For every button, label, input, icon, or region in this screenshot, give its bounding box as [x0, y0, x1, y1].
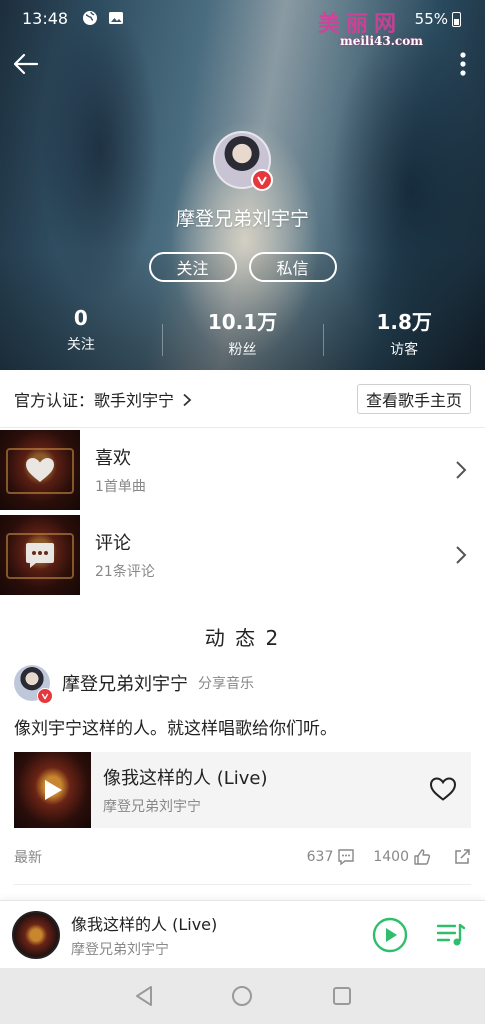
back-arrow-icon[interactable] [10, 48, 42, 80]
nav-home-icon[interactable] [230, 984, 254, 1008]
comment-icon [24, 541, 56, 569]
play-button-icon[interactable] [372, 917, 408, 953]
now-playing-title: 像我这样的人 (Live) [71, 914, 218, 934]
follow-button[interactable]: 关注 [148, 252, 237, 282]
certification-row[interactable]: 官方认证：歌手刘宇宁 查看歌手主页 [0, 370, 485, 428]
verified-badge-icon [251, 169, 273, 191]
post-meta: 最新 637 1400 [14, 846, 471, 868]
profile-stats: 0 关注 10.1万 粉丝 1.8万 访客 [0, 306, 485, 359]
certification-text: 官方认证：歌手刘宇宁 [14, 390, 175, 410]
likes-row[interactable]: 喜欢 1首单曲 [0, 429, 485, 511]
playlist-icon[interactable] [436, 921, 466, 949]
like-count[interactable]: 1400 [373, 848, 431, 866]
stat-label: 粉丝 [228, 342, 257, 358]
post-action: 分享音乐 [198, 676, 254, 692]
profile-page: 13:48 55% 美丽网 meili43.com 摩登兄弟刘宇宁 关注 私信 … [0, 0, 485, 1024]
stat-value: 1.8万 [376, 310, 432, 334]
stat-label: 访客 [390, 342, 419, 358]
comments-title: 评论 [95, 533, 131, 554]
mini-player[interactable]: 像我这样的人 (Live) 摩登兄弟刘宇宁 [0, 900, 485, 968]
stat-label: 关注 [66, 337, 95, 353]
globe-icon [82, 10, 98, 26]
likes-subtitle: 1首单曲 [95, 479, 146, 495]
system-nav-bar [0, 968, 485, 1024]
song-artist: 摩登兄弟刘宇宁 [103, 799, 201, 815]
stat-value: 0 [73, 306, 88, 330]
chevron-right-icon [455, 460, 467, 480]
more-vertical-icon[interactable] [455, 50, 471, 78]
stat-following[interactable]: 0 关注 [0, 306, 162, 359]
likes-cover [0, 430, 80, 510]
thumbs-up-icon [414, 849, 431, 865]
nav-recents-icon[interactable] [330, 984, 354, 1008]
comment-count[interactable]: 637 [307, 848, 356, 866]
play-icon[interactable] [42, 778, 64, 802]
post-tag: 最新 [14, 850, 42, 866]
now-playing-artist: 摩登兄弟刘宇宁 [71, 941, 169, 958]
share-icon[interactable] [449, 848, 471, 866]
nav-back-icon[interactable] [132, 984, 156, 1008]
song-cover[interactable] [14, 752, 91, 828]
comment-icon [338, 849, 355, 866]
profile-name: 摩登兄弟刘宇宁 [175, 208, 309, 230]
chevron-right-icon [182, 392, 192, 406]
watermark: 美丽网 meili43.com [318, 6, 423, 48]
stat-visitors[interactable]: 1.8万 访客 [323, 306, 485, 359]
battery-icon [452, 11, 461, 27]
verified-badge-icon [37, 688, 53, 704]
author-avatar[interactable] [14, 665, 53, 704]
shared-song-card[interactable]: 像我这样的人 (Live) 摩登兄弟刘宇宁 [14, 752, 471, 828]
post-text: 像刘宇宁这样的人。就这样唱歌给你们听。 [14, 719, 337, 739]
view-singer-page-button[interactable]: 查看歌手主页 [356, 384, 471, 414]
author-name[interactable]: 摩登兄弟刘宇宁 [62, 670, 188, 696]
chevron-right-icon [455, 545, 467, 565]
likes-title: 喜欢 [95, 448, 131, 469]
comment-count-value: 637 [306, 849, 334, 865]
now-playing-cover[interactable] [12, 910, 60, 959]
stat-fans[interactable]: 10.1万 粉丝 [161, 306, 324, 359]
stat-value: 10.1万 [207, 310, 278, 334]
song-title: 像我这样的人 (Live) [103, 768, 268, 789]
like-count-value: 1400 [373, 849, 409, 865]
feed-title: 动 态 2 [204, 626, 281, 650]
post-author[interactable]: 摩登兄弟刘宇宁 分享音乐 [14, 665, 254, 704]
feed-divider [14, 884, 471, 885]
profile-actions: 关注 私信 [0, 252, 485, 282]
heart-outline-icon[interactable] [429, 776, 457, 802]
message-button[interactable]: 私信 [248, 252, 337, 282]
profile-avatar[interactable] [213, 131, 273, 191]
status-time: 13:48 [22, 8, 69, 28]
heart-icon [24, 456, 56, 484]
image-icon [108, 10, 124, 26]
watermark-logo: 美丽网 [318, 11, 403, 37]
comments-subtitle: 21条评论 [95, 564, 155, 580]
comments-cover [0, 515, 80, 595]
comments-row[interactable]: 评论 21条评论 [0, 514, 485, 596]
